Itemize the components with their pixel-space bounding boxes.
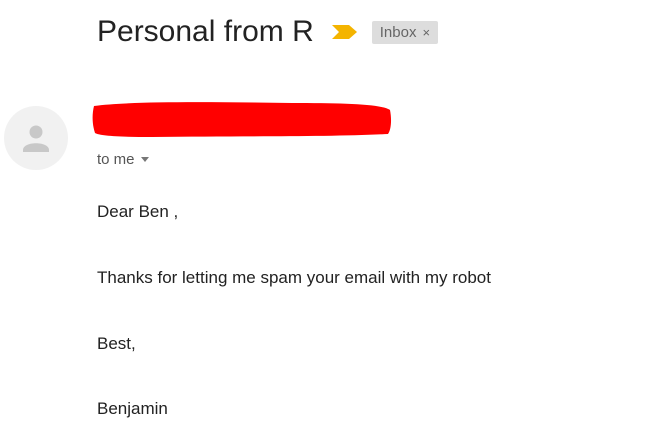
label-text: Inbox bbox=[379, 23, 417, 41]
email-greeting: Dear Ben , bbox=[97, 202, 179, 221]
redacted-sender-name bbox=[92, 102, 392, 137]
inbox-label-chip[interactable]: Inbox × bbox=[371, 20, 439, 44]
remove-label-icon[interactable]: × bbox=[422, 25, 430, 40]
importance-marker-icon[interactable] bbox=[330, 22, 360, 42]
email-closing: Best, bbox=[97, 334, 136, 353]
email-signature: Benjamin bbox=[97, 399, 168, 418]
subject-row: Personal from R Inbox × bbox=[97, 10, 439, 54]
recipient-row: to me bbox=[97, 151, 149, 168]
chevron-down-icon[interactable] bbox=[140, 157, 149, 162]
sender-avatar[interactable] bbox=[4, 106, 68, 170]
email-subject: Personal from R bbox=[97, 15, 314, 48]
email-message: Thanks for letting me spam your email wi… bbox=[97, 268, 491, 287]
default-person-icon bbox=[23, 125, 49, 152]
recipient-text: to me bbox=[97, 151, 135, 168]
